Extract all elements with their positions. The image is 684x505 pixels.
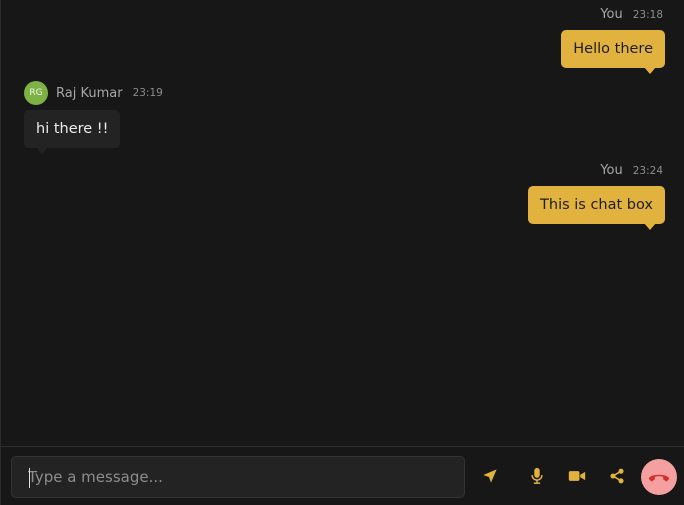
message-meta: You 23:18: [600, 7, 663, 22]
message-input[interactable]: [12, 457, 464, 497]
message-bubble-incoming: hi there !!: [24, 110, 121, 154]
message-sender: You: [600, 7, 623, 22]
message-list: You 23:18 Hello there RG Raj Kumar 23:19…: [1, 0, 684, 446]
message-meta: You 23:24: [600, 163, 663, 178]
video-call-button[interactable]: [564, 463, 590, 489]
message-text: Hello there: [573, 40, 653, 57]
message-time: 23:24: [632, 164, 663, 177]
message-composer: [1, 446, 684, 505]
text-caret: [29, 468, 30, 488]
message-time: 23:18: [632, 8, 663, 21]
message-text: hi there !!: [36, 120, 109, 137]
send-icon: [483, 469, 497, 483]
message-time: 23:19: [132, 87, 163, 99]
message-sender: Raj Kumar: [56, 85, 123, 101]
end-call-button[interactable]: [641, 459, 677, 495]
video-camera-icon: [568, 471, 586, 481]
phone-hangup-icon: [648, 474, 670, 482]
microphone-icon: [531, 467, 543, 484]
avatar: RG: [24, 81, 48, 105]
share-button[interactable]: [604, 463, 630, 489]
send-button[interactable]: [477, 463, 503, 489]
message-bubble-outgoing: This is chat box: [528, 186, 665, 230]
microphone-button[interactable]: [524, 463, 550, 489]
message-bubble-outgoing: Hello there: [561, 30, 665, 74]
chat-window: You 23:18 Hello there RG Raj Kumar 23:19…: [0, 0, 684, 505]
share-icon: [610, 468, 624, 484]
message-text: This is chat box: [540, 196, 653, 213]
message-meta: RG Raj Kumar 23:19: [24, 81, 163, 105]
message-input-wrapper[interactable]: [11, 456, 465, 498]
message-sender: You: [600, 163, 623, 178]
